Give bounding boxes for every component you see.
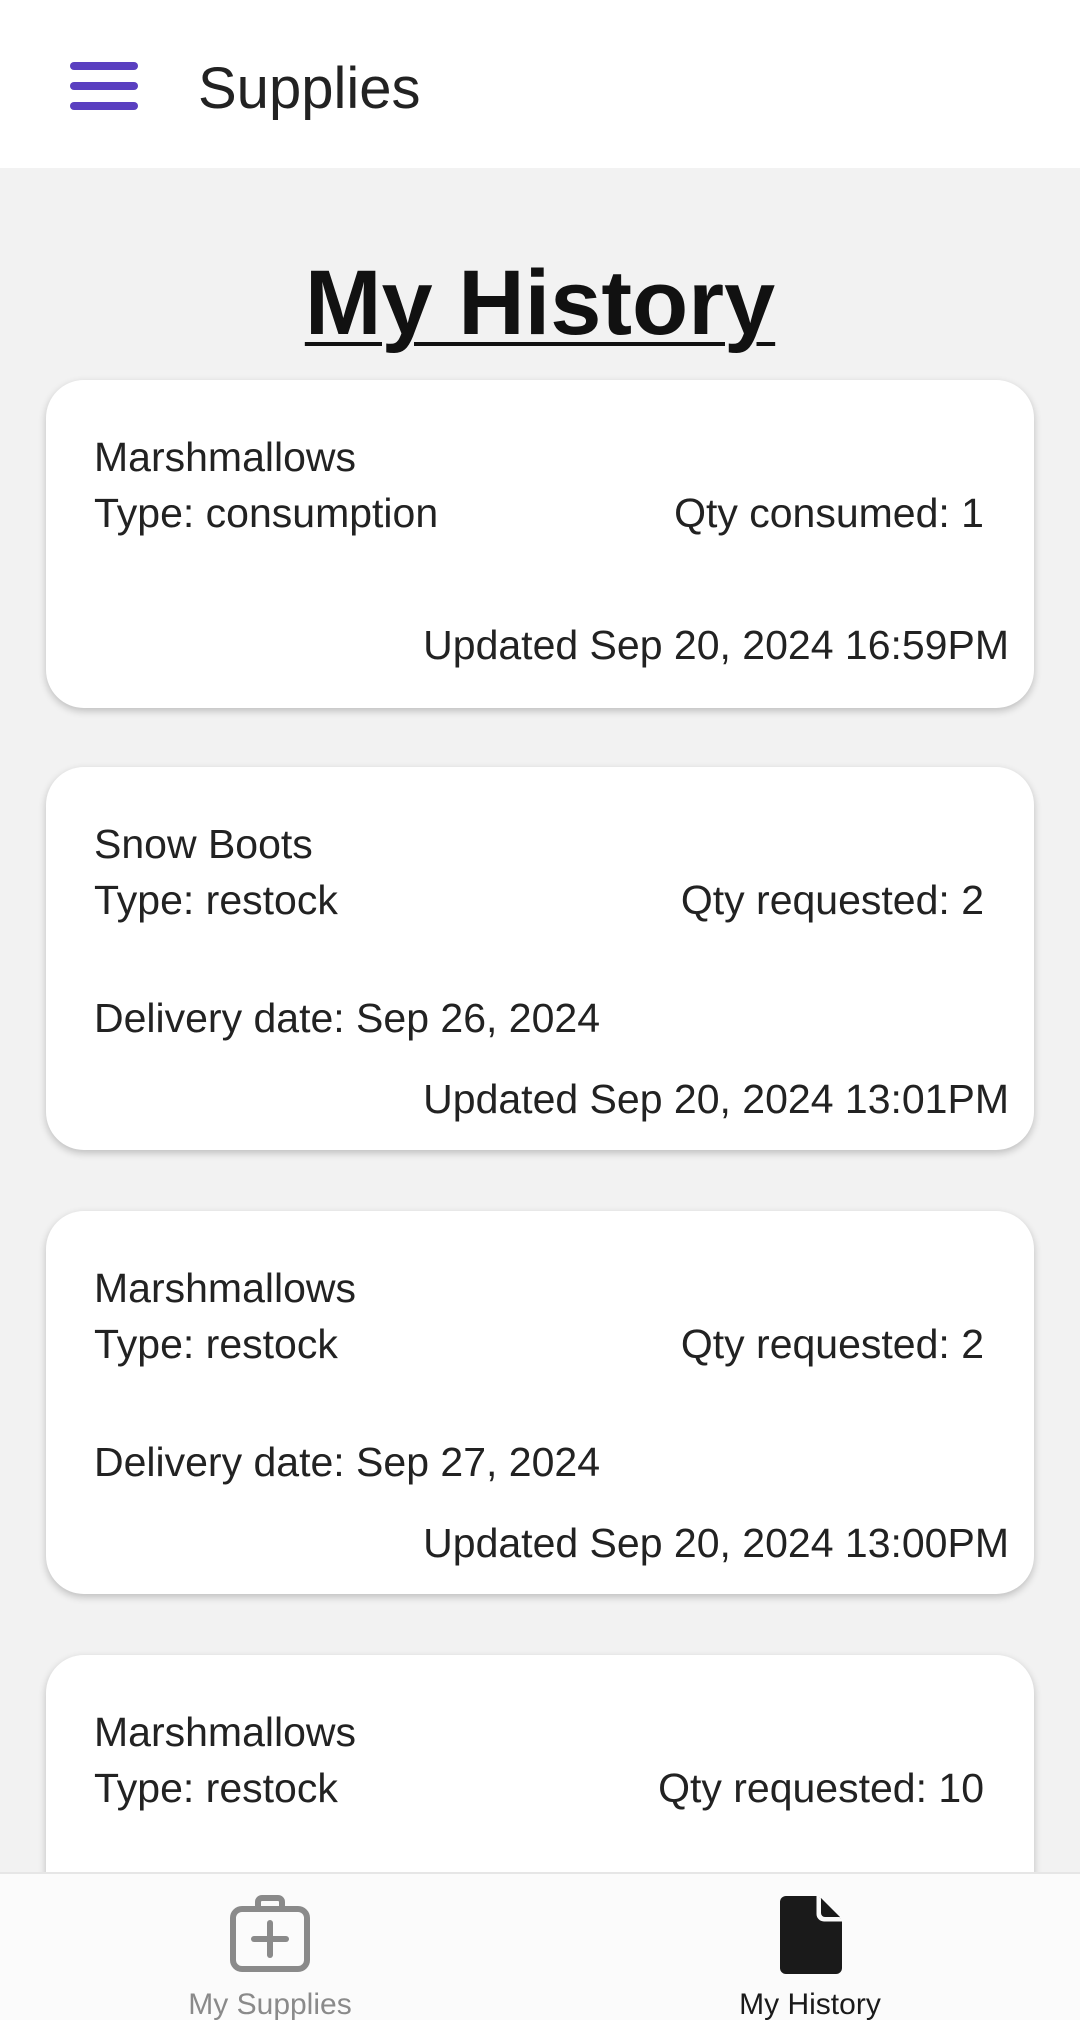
bottom-navigation: My Supplies My History [0, 1872, 1080, 2020]
item-type: Type: restock [94, 1321, 338, 1367]
item-type: Type: restock [94, 877, 338, 923]
nav-tab-label: My Supplies [188, 1988, 352, 2020]
item-name: Marshmallows [94, 434, 356, 480]
hamburger-menu-icon[interactable] [70, 62, 140, 110]
history-card[interactable]: Snow Boots Type: restock Qty requested: … [46, 767, 1034, 1150]
item-name: Snow Boots [94, 821, 313, 867]
updated-timestamp: Updated Sep 20, 2024 13:01PM [423, 1076, 1009, 1122]
history-card[interactable]: Marshmallows Type: consumption Qty consu… [46, 380, 1034, 708]
item-type: Type: consumption [94, 490, 439, 536]
history-content[interactable]: My History Marshmallows Type: consumptio… [0, 168, 1080, 1872]
page-title: My History [304, 252, 776, 354]
app-bar: Supplies [0, 0, 1080, 168]
item-name: Marshmallows [94, 1265, 356, 1311]
document-icon [780, 1896, 842, 1974]
item-quantity: Qty consumed: 1 [674, 490, 984, 536]
delivery-date: Delivery date: Sep 27, 2024 [94, 1439, 600, 1485]
updated-timestamp: Updated Sep 20, 2024 16:59PM [423, 622, 1009, 668]
item-name: Marshmallows [94, 1709, 356, 1755]
history-card[interactable]: Marshmallows Type: restock Qty requested… [46, 1211, 1034, 1594]
item-quantity: Qty requested: 2 [680, 877, 984, 923]
medical-kit-icon [230, 1895, 310, 1972]
item-type: Type: restock [94, 1765, 338, 1811]
history-card[interactable]: Marshmallows Type: restock Qty requested… [46, 1655, 1034, 1872]
nav-tab-my-history[interactable]: My History [540, 1874, 1080, 2020]
item-quantity: Qty requested: 10 [658, 1765, 984, 1811]
nav-tab-my-supplies[interactable]: My Supplies [0, 1874, 540, 2020]
nav-tab-label: My History [739, 1988, 881, 2020]
updated-timestamp: Updated Sep 20, 2024 13:00PM [423, 1520, 1009, 1566]
item-quantity: Qty requested: 2 [680, 1321, 984, 1367]
app-title: Supplies [198, 56, 421, 121]
delivery-date: Delivery date: Sep 26, 2024 [94, 995, 600, 1041]
